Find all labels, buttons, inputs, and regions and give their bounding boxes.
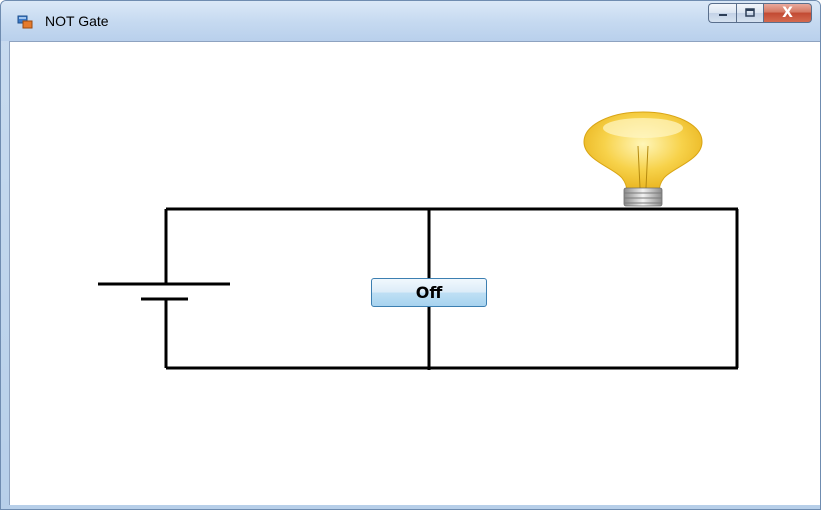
close-button[interactable]: X [764,3,812,23]
caption-buttons: X [708,3,812,25]
window-bottom-border [1,505,820,509]
app-window: NOT Gate X Off [0,0,821,510]
light-bulb-icon [583,111,703,207]
title-bar[interactable]: NOT Gate X [1,1,820,41]
app-icon [17,15,33,29]
circuit-diagram [98,111,739,370]
form-client-area: Off [9,41,820,507]
maximize-icon [745,8,755,17]
minimize-button[interactable] [708,3,736,23]
maximize-button[interactable] [736,3,764,23]
close-icon: X [782,5,793,21]
battery-icon [98,282,230,301]
minimize-icon [718,14,727,16]
window-title: NOT Gate [45,13,109,29]
toggle-button[interactable]: Off [371,278,487,307]
